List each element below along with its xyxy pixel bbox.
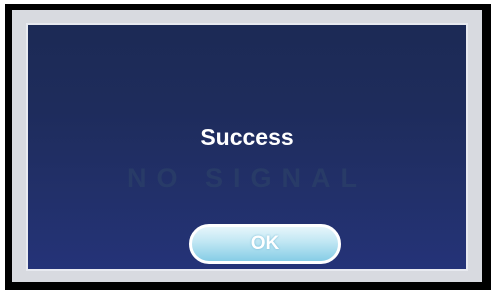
ok-button[interactable]: OK: [189, 224, 341, 264]
success-dialog: Success NO SIGNAL OK: [26, 23, 468, 271]
dialog-title: Success: [200, 124, 294, 150]
no-signal-overlay: NO SIGNAL: [126, 163, 367, 193]
screen: Success NO SIGNAL OK: [12, 10, 482, 282]
page: Success NO SIGNAL OK: [0, 0, 499, 296]
